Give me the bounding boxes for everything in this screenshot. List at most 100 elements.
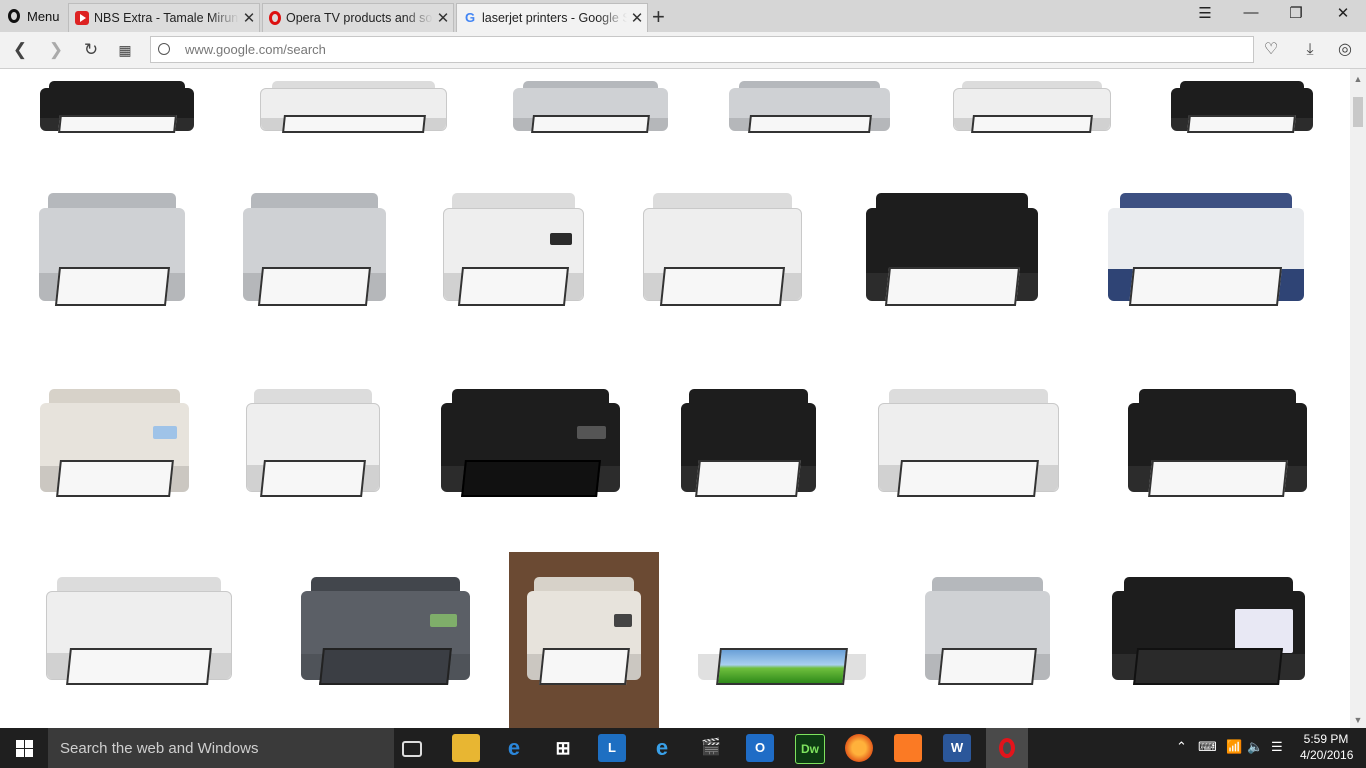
- image-result[interactable]: [16, 69, 218, 154]
- word-icon[interactable]: W: [943, 734, 971, 762]
- close-window-icon[interactable]: ✕: [1328, 4, 1358, 22]
- google-icon: G: [464, 10, 476, 25]
- wifi-icon[interactable]: 📶: [1226, 739, 1242, 755]
- image-result[interactable]: [16, 552, 262, 728]
- lync-icon[interactable]: L: [598, 734, 626, 762]
- url-input[interactable]: www.google.com/search: [150, 36, 1254, 63]
- file-explorer-icon[interactable]: [452, 734, 480, 762]
- tab-title: laserjet printers - Google S: [482, 11, 627, 25]
- image-result[interactable]: [1077, 167, 1335, 351]
- printer-image: [643, 192, 802, 322]
- opera-logo-icon: [8, 9, 20, 23]
- maximize-icon[interactable]: ❐: [1281, 4, 1311, 22]
- address-bar: ❮ ❯ ↻ ▦ www.google.com/search ♡ ⤓ ◎: [0, 32, 1366, 69]
- image-result[interactable]: [839, 167, 1065, 351]
- opera-menu-button[interactable]: Menu: [0, 0, 68, 32]
- image-result[interactable]: [671, 552, 893, 728]
- notifications-icon[interactable]: ☰: [1271, 739, 1283, 755]
- menu-label: Menu: [27, 8, 60, 24]
- speed-dial-icon[interactable]: ▦: [113, 38, 137, 62]
- vertical-scrollbar[interactable]: ▲ ▼: [1350, 69, 1366, 728]
- reload-icon[interactable]: ↻: [79, 38, 103, 62]
- opera-icon: [269, 11, 281, 25]
- task-view-icon[interactable]: [402, 741, 422, 757]
- internet-explorer-icon[interactable]: e: [648, 734, 676, 762]
- edge-icon[interactable]: e: [500, 734, 528, 762]
- taskbar-search-box[interactable]: Search the web and Windows: [48, 728, 394, 768]
- globe-icon: [158, 43, 170, 55]
- search-placeholder: Search the web and Windows: [60, 740, 259, 757]
- printer-image: [39, 192, 185, 322]
- image-result[interactable]: [220, 167, 409, 351]
- close-tab-icon[interactable]: ✕: [627, 9, 647, 27]
- printer-image: [527, 576, 641, 700]
- minimize-icon[interactable]: —: [1236, 4, 1266, 21]
- scroll-up-icon[interactable]: ▲: [1350, 71, 1366, 87]
- dreamweaver-icon[interactable]: Dw: [795, 734, 825, 764]
- image-result[interactable]: [16, 167, 208, 351]
- start-button[interactable]: [0, 728, 48, 768]
- image-result[interactable]: [1100, 364, 1335, 540]
- opera-icon: [999, 738, 1015, 758]
- printer-image: [1171, 80, 1313, 141]
- image-result[interactable]: [413, 364, 648, 540]
- printer-image: [39, 388, 190, 512]
- printer-image: [697, 577, 867, 700]
- image-result[interactable]: [225, 364, 401, 540]
- image-result[interactable]: [509, 552, 659, 728]
- image-result[interactable]: [489, 69, 692, 154]
- printer-image: [443, 192, 584, 322]
- image-result[interactable]: [928, 69, 1136, 154]
- printer-image: [1128, 388, 1307, 512]
- tab-title: Opera TV products and so: [286, 11, 433, 25]
- printer-image: [924, 576, 1051, 700]
- image-result[interactable]: [704, 69, 915, 154]
- store-icon[interactable]: ⊞: [549, 734, 577, 762]
- printer-image: [952, 80, 1112, 141]
- image-result[interactable]: [660, 364, 837, 540]
- tab-menu-icon[interactable]: ☰: [1190, 4, 1220, 22]
- image-result[interactable]: [231, 69, 476, 154]
- tab-opera-tv[interactable]: Opera TV products and so ✕: [262, 3, 454, 32]
- downloads-icon[interactable]: ⤓: [1299, 39, 1321, 61]
- image-result[interactable]: [274, 552, 497, 728]
- windows-taskbar: Search the web and Windows e ⊞ L e 🎬 O D…: [0, 728, 1366, 768]
- input-method-icon[interactable]: ⌨: [1198, 739, 1217, 755]
- opera-taskbar-button[interactable]: [986, 728, 1028, 768]
- volume-icon[interactable]: 🔈: [1247, 739, 1263, 755]
- movie-maker-icon[interactable]: 🎬: [697, 734, 725, 762]
- youtube-icon: [75, 11, 89, 25]
- image-result[interactable]: [849, 364, 1088, 540]
- heart-bookmark-icon[interactable]: ♡: [1260, 39, 1282, 61]
- tab-laserjet-printers[interactable]: G laserjet printers - Google S ✕: [456, 3, 648, 32]
- account-icon[interactable]: ◎: [1334, 39, 1356, 61]
- tab-nbs-extra[interactable]: NBS Extra - Tamale Mirunda ✕: [68, 3, 260, 32]
- printer-image: [1112, 576, 1305, 700]
- close-tab-icon[interactable]: ✕: [239, 9, 259, 27]
- printer-image: [300, 576, 471, 700]
- forward-icon[interactable]: ❯: [44, 38, 68, 62]
- firefox-icon[interactable]: [845, 734, 873, 762]
- back-icon[interactable]: ❮: [8, 38, 32, 62]
- tab-title: NBS Extra - Tamale Mirunda: [94, 11, 239, 25]
- image-result[interactable]: [16, 364, 213, 540]
- printer-image: [729, 80, 890, 141]
- printer-image: [242, 192, 387, 322]
- image-result[interactable]: [421, 167, 606, 351]
- clock-time: 5:59 PM: [1303, 732, 1349, 746]
- close-tab-icon[interactable]: ✕: [433, 9, 453, 27]
- image-result[interactable]: [905, 552, 1070, 728]
- image-result[interactable]: [1082, 552, 1335, 728]
- printer-image: [246, 388, 380, 512]
- image-result[interactable]: [1149, 69, 1335, 154]
- outlook-icon[interactable]: O: [746, 734, 774, 762]
- scroll-down-icon[interactable]: ▼: [1350, 712, 1366, 728]
- xampp-icon[interactable]: [894, 734, 922, 762]
- show-hidden-icons-icon[interactable]: ⌃: [1176, 739, 1187, 755]
- image-result[interactable]: [618, 167, 827, 351]
- new-tab-button[interactable]: +: [652, 4, 665, 30]
- system-clock[interactable]: 5:59 PM 4/20/2016: [1300, 731, 1353, 763]
- scrollbar-thumb[interactable]: [1353, 97, 1363, 127]
- printer-image: [513, 80, 668, 141]
- printer-image: [1107, 192, 1305, 322]
